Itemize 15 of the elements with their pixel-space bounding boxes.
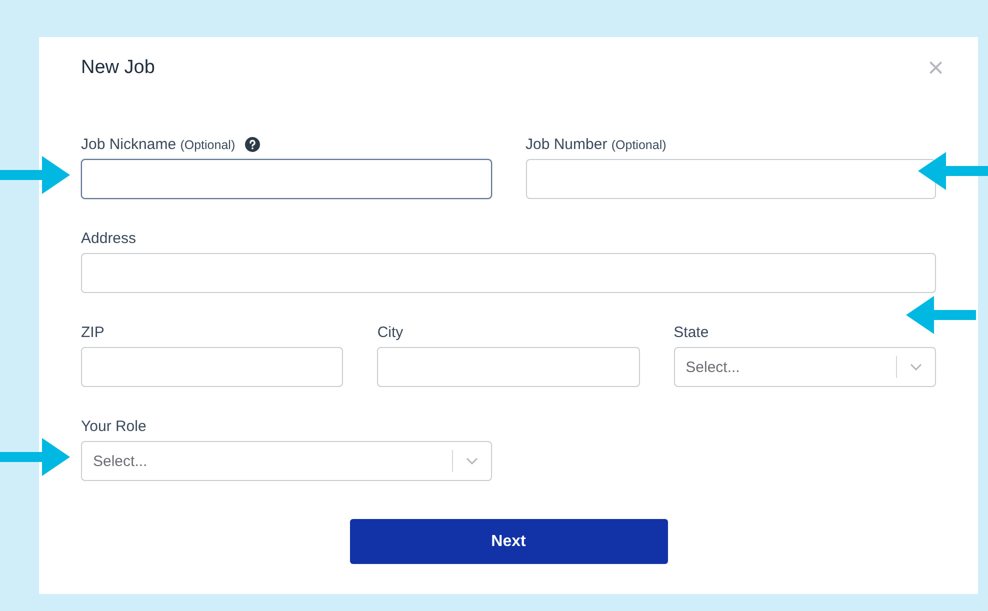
field-label: Job Nickname (Optional) (81, 136, 236, 152)
field-label: Your Role (81, 418, 146, 434)
next-button[interactable]: Next (350, 519, 668, 564)
field-label: Job Number (Optional) (526, 136, 666, 152)
select-dropdown[interactable]: Select... (81, 441, 492, 481)
dialog-title: New Job (81, 57, 155, 79)
field-label: ZIP (81, 324, 104, 340)
field-label: State (674, 324, 709, 340)
field-label: Address (81, 230, 136, 246)
help-icon[interactable] (245, 136, 260, 152)
chevron-down-icon (910, 363, 922, 371)
select-dropdown[interactable]: Select... (674, 347, 936, 387)
field-label: City (377, 324, 404, 340)
text-field[interactable] (81, 159, 492, 199)
chevron-down-icon (466, 457, 478, 465)
